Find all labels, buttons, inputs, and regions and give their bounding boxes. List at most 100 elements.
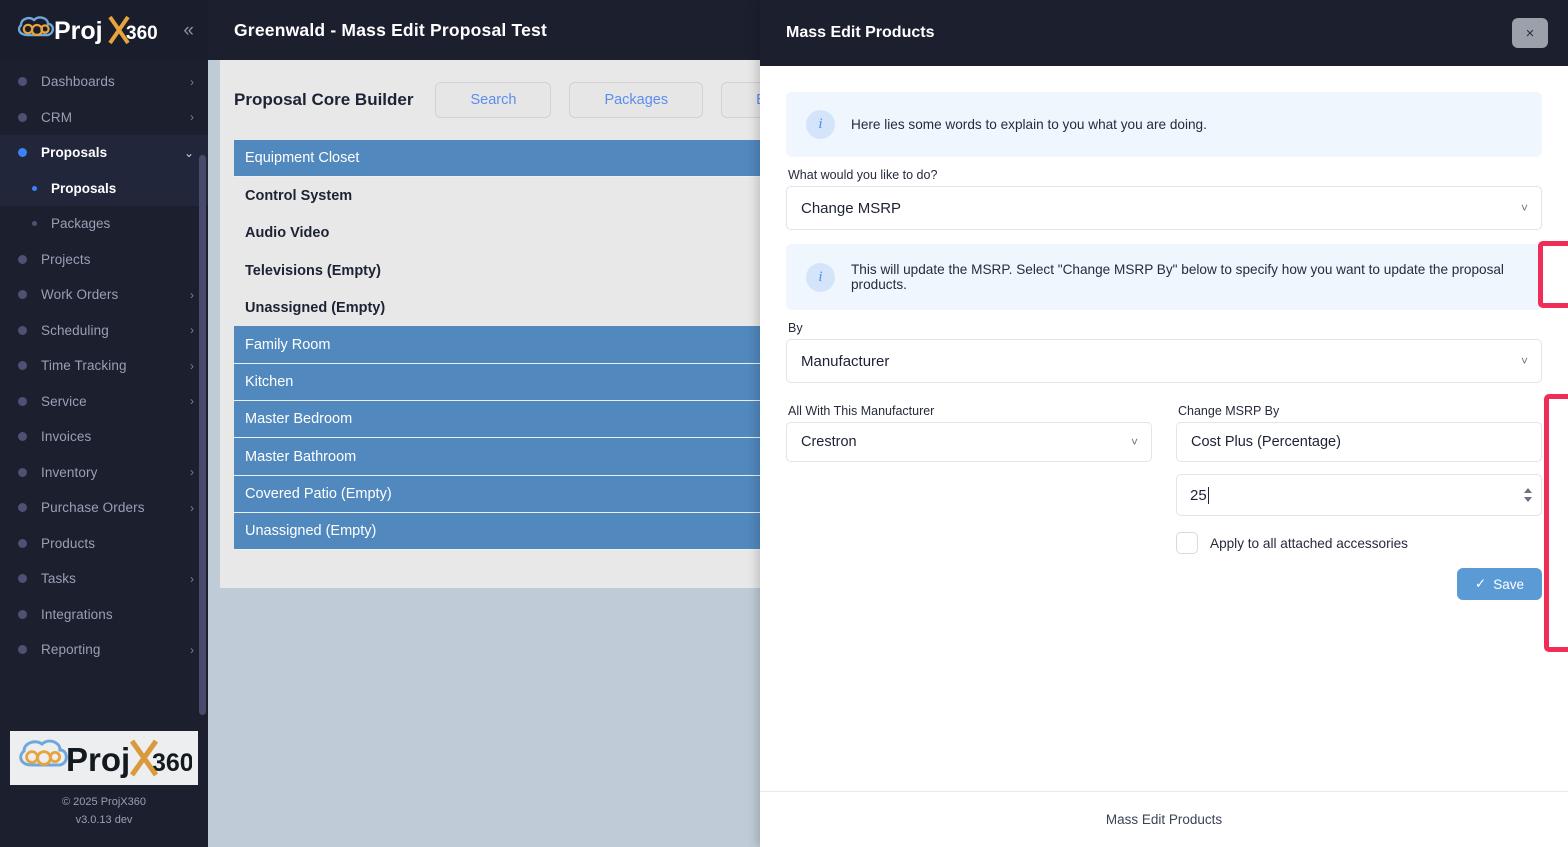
sidebar-item-document-library[interactable]: Document Library› (0, 668, 208, 671)
sidebar-item-inventory[interactable]: Inventory› (0, 455, 208, 491)
sidebar-item-label: Inventory (41, 465, 190, 480)
small-bullet-icon (32, 221, 37, 226)
bullet-icon (18, 574, 27, 583)
sidebar-item-service[interactable]: Service› (0, 384, 208, 420)
manufacturer-value: Crestron (801, 434, 857, 450)
change-msrp-column: Change MSRP By Cost Plus (Percentage) 25 (1176, 393, 1542, 600)
room-label: Covered Patio (Empty) (245, 486, 392, 502)
bullet-icon (18, 645, 27, 654)
projx360-footer-logo-icon: Proj 360 (16, 735, 192, 781)
sidebar-item-products[interactable]: Products (0, 526, 208, 562)
sidebar-item-reporting[interactable]: Reporting› (0, 632, 208, 668)
by-select[interactable]: Manufacturer ˅ (786, 339, 1542, 383)
sidebar-item-crm[interactable]: CRM› (0, 100, 208, 136)
room-label: Master Bedroom (245, 411, 352, 427)
stepper-down-icon[interactable] (1524, 497, 1532, 502)
change-msrp-by-value: Cost Plus (Percentage) (1191, 434, 1341, 450)
chevron-right-icon: › (190, 360, 194, 372)
room-label: Audio Video (245, 225, 329, 241)
sidebar-footer: Proj 360 © 2025 ProjX360 v3.0.13 dev (0, 731, 208, 829)
search-button[interactable]: Search (435, 82, 551, 118)
sidebar-item-work-orders[interactable]: Work Orders› (0, 277, 208, 313)
sidebar-brand-bar: Proj 360 « (0, 0, 208, 60)
modal-title: Mass Edit Products (786, 24, 934, 42)
bullet-icon (18, 326, 27, 335)
chevron-right-icon: › (190, 395, 194, 407)
room-label: Equipment Closet (245, 150, 359, 166)
room-label: Unassigned (Empty) (245, 300, 385, 316)
projx360-logo-icon: Proj 360 (14, 13, 166, 47)
change-msrp-by-select[interactable]: Cost Plus (Percentage) (1176, 422, 1542, 462)
sidebar-item-purchase-orders[interactable]: Purchase Orders› (0, 490, 208, 526)
chevron-right-icon: › (190, 76, 194, 88)
sidebar-item-scheduling[interactable]: Scheduling› (0, 313, 208, 349)
room-label: Unassigned (Empty) (245, 523, 376, 539)
info-banner-primary: i Here lies some words to explain to you… (786, 92, 1542, 157)
sidebar-item-label: CRM (41, 110, 190, 125)
bullet-icon (18, 77, 27, 86)
manufacturer-column: All With This Manufacturer Crestron ˅ (786, 393, 1152, 600)
bullet-icon (18, 255, 27, 264)
action-select[interactable]: Change MSRP ˅ (786, 186, 1542, 230)
sidebar-item-proposals[interactable]: Proposals⌄ (0, 135, 208, 171)
bullet-icon (18, 432, 27, 441)
sidebar-item-projects[interactable]: Projects (0, 242, 208, 278)
check-icon: ✓ (1475, 576, 1486, 592)
sidebar-item-label: Integrations (41, 607, 194, 622)
collapse-sidebar-icon[interactable]: « (183, 21, 196, 40)
manufacturer-select[interactable]: Crestron ˅ (786, 422, 1152, 462)
info-banner-secondary: i This will update the MSRP. Select "Cha… (786, 244, 1542, 310)
sidebar-item-label: Reporting (41, 642, 190, 657)
stepper-up-icon[interactable] (1524, 488, 1532, 493)
sidebar-item-label: Time Tracking (41, 358, 190, 373)
sidebar-scrollbar[interactable] (199, 155, 206, 715)
amount-input[interactable] (1176, 474, 1542, 516)
sidebar-item-integrations[interactable]: Integrations (0, 597, 208, 633)
builder-section-title: Proposal Core Builder (234, 90, 413, 110)
manufacturer-label: All With This Manufacturer (788, 404, 1152, 418)
sidebar-item-tasks[interactable]: Tasks› (0, 561, 208, 597)
sidebar-nav: Dashboards›CRM›Proposals⌄ProposalsPackag… (0, 60, 208, 670)
packages-button[interactable]: Packages (569, 82, 703, 118)
room-label: Kitchen (245, 374, 293, 390)
sidebar-item-label: Tasks (41, 571, 190, 586)
bullet-icon (18, 148, 27, 157)
close-icon[interactable]: × (1512, 18, 1548, 48)
action-field-label: What would you like to do? (788, 168, 1542, 182)
svg-text:Proj: Proj (54, 17, 103, 45)
chevron-right-icon: › (190, 289, 194, 301)
by-detail-grid: All With This Manufacturer Crestron ˅ Ch… (786, 393, 1542, 600)
chevron-right-icon: › (190, 324, 194, 336)
chevron-down-icon: ⌄ (184, 147, 194, 159)
save-row: ✓ Save (1176, 568, 1542, 600)
chevron-right-icon: › (190, 466, 194, 478)
svg-text:360: 360 (126, 23, 158, 44)
sidebar-subitem-packages[interactable]: Packages (0, 206, 208, 242)
sidebar-subitem-label: Proposals (51, 181, 116, 196)
info-banner-primary-text: Here lies some words to explain to you w… (851, 117, 1207, 132)
save-button[interactable]: ✓ Save (1457, 568, 1542, 600)
version-text: v3.0.13 dev (0, 811, 208, 829)
sidebar-item-label: Work Orders (41, 287, 190, 302)
sidebar-item-label: Dashboards (41, 74, 190, 89)
modal-header: Mass Edit Products × (760, 0, 1568, 66)
amount-stepper[interactable] (1524, 488, 1532, 502)
room-label: Master Bathroom (245, 449, 356, 465)
bullet-icon (18, 113, 27, 122)
sidebar-item-dashboards[interactable]: Dashboards› (0, 64, 208, 100)
projx360-logo[interactable]: Proj 360 (14, 13, 166, 47)
by-select-value: Manufacturer (801, 353, 889, 370)
sidebar-item-time-tracking[interactable]: Time Tracking› (0, 348, 208, 384)
sidebar-item-label: Proposals (41, 145, 184, 160)
room-label: Televisions (Empty) (245, 263, 381, 279)
modal-footer: Mass Edit Products (760, 791, 1568, 847)
bullet-icon (18, 361, 27, 370)
info-banner-secondary-text: This will update the MSRP. Select "Chang… (851, 262, 1522, 292)
info-icon-secondary: i (806, 263, 835, 292)
mass-edit-products-panel: Mass Edit Products × i Here lies some wo… (760, 0, 1568, 847)
bullet-icon (18, 468, 27, 477)
accessories-checkbox[interactable] (1176, 532, 1198, 554)
sidebar-item-invoices[interactable]: Invoices (0, 419, 208, 455)
chevron-down-icon-manufacturer: ˅ (1131, 435, 1138, 449)
sidebar-subitem-proposals[interactable]: Proposals (0, 171, 208, 207)
